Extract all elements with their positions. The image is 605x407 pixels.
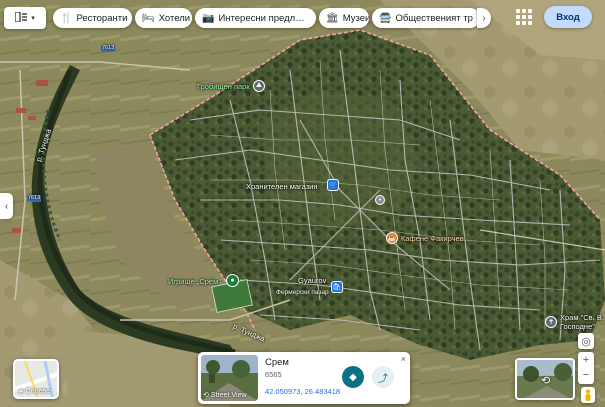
- share-button[interactable]: ⤴: [372, 366, 394, 388]
- zoom-out-button[interactable]: −: [583, 368, 589, 384]
- chip-label: Хотели: [158, 12, 191, 24]
- place-coordinates[interactable]: 42.050973, 26.483418: [265, 387, 340, 396]
- road-badge-label: 7613: [102, 45, 115, 51]
- directions-button[interactable]: ◆: [342, 366, 364, 388]
- top-bar: ▾ 🍴 Ресторанти 🛏 Хотели 📷 Интересни пред…: [4, 6, 601, 30]
- chip-label: Ресторанти: [76, 12, 128, 24]
- cafe-pin[interactable]: ☕: [386, 232, 398, 244]
- layers-text: Слоеве: [25, 387, 50, 395]
- satellite-map[interactable]: [0, 0, 605, 407]
- transit-icon: 🚍: [379, 12, 392, 24]
- map-app: 7613 7613 р. Тунджа р. Тунджа ⛰ Гробищен…: [0, 0, 605, 407]
- place-label-store[interactable]: Хранителен магазин: [246, 182, 317, 191]
- place-label-gyaurov[interactable]: Gyaurov: [298, 276, 326, 285]
- my-location-button[interactable]: ◎: [578, 333, 594, 349]
- place-label-park[interactable]: Гробищен парк: [197, 82, 250, 91]
- zoom-in-button[interactable]: +: [583, 352, 589, 368]
- place-label-stadium[interactable]: Игрище „Срем": [168, 277, 221, 286]
- login-button[interactable]: Вход: [544, 6, 592, 28]
- zoom-controls: + −: [578, 352, 594, 384]
- layers-icon: ◈: [18, 388, 24, 395]
- street-view-preview-button[interactable]: ⟲: [515, 358, 575, 400]
- menu-button[interactable]: ▾: [4, 7, 46, 29]
- store-pin[interactable]: 🛒: [327, 179, 339, 191]
- chevron-right-icon: ›: [482, 12, 486, 24]
- market-pin[interactable]: 🛍: [331, 281, 343, 293]
- restaurant-icon: 🍴: [60, 12, 73, 24]
- chevron-down-icon: ▾: [31, 15, 35, 22]
- chevron-left-icon: ‹: [4, 200, 9, 212]
- church-pin[interactable]: ✝: [545, 316, 557, 328]
- road-badge-label: 7613: [28, 195, 41, 201]
- cemetery-park-pin[interactable]: ⛰: [253, 80, 265, 92]
- apps-grid-icon[interactable]: [516, 9, 532, 25]
- chip-label: Интересни предложения: [218, 12, 309, 24]
- close-button[interactable]: ×: [401, 354, 406, 364]
- chip-hotels[interactable]: 🛏 Хотели: [135, 8, 192, 28]
- place-label-market[interactable]: Фермерски пазар: [276, 289, 329, 296]
- street-view-label: Street View: [210, 391, 247, 399]
- rotate-icon: ⟲: [541, 375, 551, 387]
- street-view-icon: ⟲: [203, 392, 209, 399]
- place-marker-icon[interactable]: •: [375, 195, 385, 205]
- sidebar-menu-icon: [14, 10, 28, 25]
- place-label-church[interactable]: Храм "Св. В. Господне": [560, 313, 604, 331]
- chip-museums[interactable]: 🏛 Музеи: [319, 8, 369, 28]
- street-view-thumbnail[interactable]: ⟲ Street View: [201, 355, 258, 401]
- street-view-label-group: ⟲ Street View: [203, 391, 247, 400]
- hotel-icon: 🛏: [142, 12, 155, 24]
- chip-label: Музеи: [342, 12, 369, 24]
- stadium-pin[interactable]: ●: [226, 274, 239, 287]
- layers-label: ◈ Слоеве: [18, 387, 50, 396]
- chip-label: Общественият транспорт: [395, 12, 473, 24]
- pegman-icon[interactable]: [581, 387, 595, 403]
- chip-restaurants[interactable]: 🍴 Ресторанти: [53, 8, 132, 28]
- museum-icon: 🏛: [326, 12, 339, 24]
- chip-attractions[interactable]: 📷 Интересни предложения: [195, 8, 316, 28]
- chips-scroll-right-button[interactable]: ›: [477, 8, 491, 28]
- camera-icon: 📷: [202, 12, 215, 24]
- place-postcode: 6565: [265, 370, 282, 379]
- side-panel-toggle[interactable]: ‹: [0, 193, 13, 219]
- layers-button[interactable]: ◈ Слоеве: [13, 359, 59, 399]
- place-title: Срем: [265, 357, 289, 368]
- share-icon: ⤴: [378, 373, 388, 385]
- place-info-card[interactable]: ⟲ Street View Срем 6565 42.050973, 26.48…: [198, 352, 410, 404]
- place-label-cafe[interactable]: Кафене Факирчев: [401, 234, 464, 243]
- chip-transit[interactable]: 🚍 Общественият транспорт: [372, 8, 480, 28]
- my-location-icon: ◎: [581, 335, 591, 348]
- directions-icon: ◆: [349, 371, 357, 383]
